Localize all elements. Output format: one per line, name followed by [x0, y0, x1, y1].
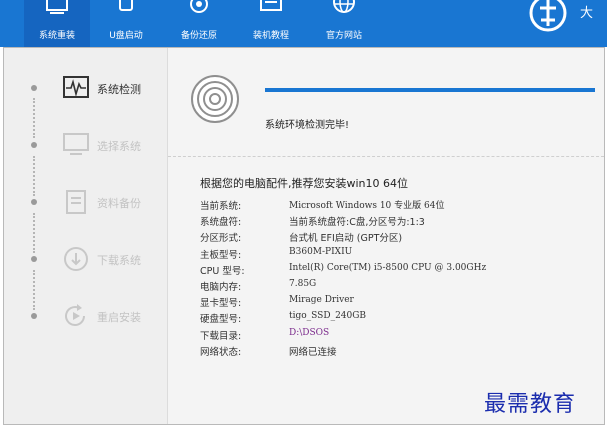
step-label: 重启安装	[97, 311, 141, 324]
info-key: 分区形式:	[200, 233, 242, 245]
info-key: 硬盘型号:	[200, 314, 242, 326]
tab-label: 装机教程	[252, 31, 289, 41]
tab-backup-restore[interactable]: 备份还原	[166, 0, 232, 47]
steps-sidebar: 系统检测 选择系统 资料备份 下载系统 重启安装	[4, 48, 168, 424]
globe-icon	[333, 0, 355, 13]
step-label: 选择系统	[97, 140, 141, 153]
tab-official-site[interactable]: 官方网站	[311, 0, 377, 47]
waveform-icon	[63, 76, 89, 98]
logo-icon	[529, 0, 567, 32]
tab-label: 官方网站	[325, 31, 362, 41]
step-label: 系统检测	[97, 83, 141, 96]
tab-usb-boot[interactable]: U盘启动	[93, 0, 159, 47]
step-label: 资料备份	[97, 197, 141, 210]
step-download-system: 下载系统	[4, 244, 168, 274]
backup-restore-icon	[190, 0, 208, 13]
info-key: 下载目录:	[200, 330, 242, 342]
detection-panel: 系统环境检测完毕! 根据您的电脑配件,推荐您安装win10 64位 当前系统: …	[168, 48, 604, 424]
info-value: 台式机 EFI启动 (GPT分区)	[289, 233, 403, 245]
watermark-text: 最需教育	[484, 392, 577, 417]
info-value: Microsoft Windows 10 专业版 64位	[289, 201, 445, 211]
monitor-icon	[46, 0, 68, 14]
top-nav-bar: 系统重装 U盘启动 备份还原 装机教程 官方网站 大	[0, 0, 607, 47]
info-key: 系统盘符:	[200, 217, 242, 229]
usb-drive-icon	[119, 0, 133, 11]
step-dot	[31, 313, 37, 319]
info-value: B360M-PIXIU	[289, 246, 353, 257]
tab-install-tutorial[interactable]: 装机教程	[238, 0, 304, 47]
scan-spinner-icon	[191, 75, 239, 123]
step-dot	[31, 142, 37, 148]
tutorial-icon	[260, 0, 282, 11]
step-select-system: 选择系统	[4, 130, 168, 160]
info-value: Mirage Driver	[289, 295, 354, 306]
step-dot	[31, 85, 37, 91]
download-icon	[64, 247, 88, 271]
info-key: 主板型号:	[200, 249, 242, 261]
tab-system-reinstall[interactable]: 系统重装	[24, 0, 90, 47]
step-label: 下载系统	[97, 254, 141, 267]
info-key: 网络状态:	[200, 346, 242, 358]
download-dir-value: D:\DSOS	[289, 327, 330, 338]
restart-icon	[65, 304, 85, 326]
info-key: CPU 型号:	[200, 265, 245, 277]
info-key: 显卡型号:	[200, 298, 242, 310]
tab-label: 系统重装	[38, 31, 75, 41]
step-dot	[31, 256, 37, 262]
divider	[168, 156, 604, 157]
detection-status: 系统环境检测完毕!	[265, 120, 350, 131]
info-value: 7.85G	[289, 278, 317, 289]
step-data-backup: 资料备份	[4, 187, 168, 217]
document-icon	[66, 190, 86, 214]
info-value: Intel(R) Core(TM) i5-8500 CPU @ 3.00GHz	[289, 262, 487, 273]
detection-progress-bar	[265, 88, 595, 92]
info-key: 当前系统:	[200, 201, 242, 212]
info-value: 网络已连接	[289, 346, 337, 358]
tab-label: 备份还原	[180, 31, 217, 41]
info-value: 当前系统盘符:C盘,分区号为:1:3	[289, 217, 425, 229]
monitor-icon	[63, 133, 89, 155]
step-dot	[31, 199, 37, 205]
step-system-check: 系统检测	[4, 73, 168, 103]
tab-label: U盘启动	[109, 31, 143, 41]
info-value: tigo_SSD_240GB	[289, 311, 367, 322]
recommendation-text: 根据您的电脑配件,推荐您安装win10 64位	[200, 177, 409, 190]
brand-text: 大	[580, 6, 594, 21]
step-restart-install: 重启安装	[4, 301, 168, 331]
info-key: 电脑内存:	[200, 281, 242, 293]
